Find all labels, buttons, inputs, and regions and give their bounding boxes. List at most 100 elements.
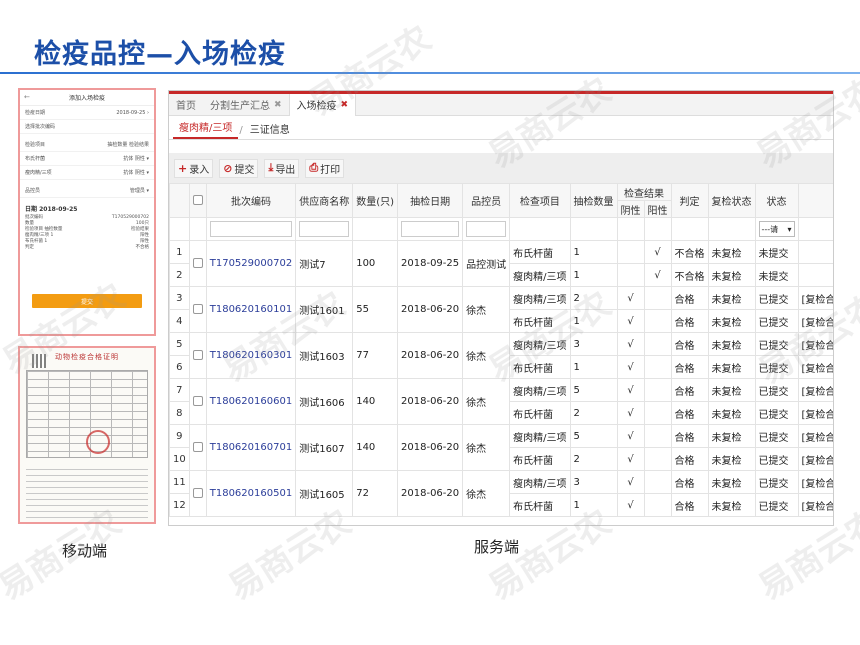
- form-value: 抗体 阴性 ▾: [123, 170, 149, 176]
- status-filter-select[interactable]: ---请 ▾: [758, 221, 795, 237]
- row-checkbox[interactable]: [192, 488, 203, 498]
- retest-actions[interactable]: [797, 240, 833, 264]
- header-cell: [188, 183, 207, 218]
- table-row[interactable]: 7 T180620160601 测试1606 140 2018-06-20 徐杰 瘦肉精/三…: [169, 378, 833, 425]
- inspector-filter-input[interactable]: [466, 221, 507, 237]
- export-button[interactable]: ⤓ 导出: [264, 158, 300, 178]
- quantity: 100: [352, 240, 399, 287]
- mobile-form-row[interactable]: 品控员 管理员 ▾: [20, 184, 154, 198]
- header-retest[interactable]: 复检状态: [707, 183, 756, 218]
- judgement: 不合格: [670, 263, 709, 287]
- judgement: 合格: [670, 424, 709, 448]
- batch-code[interactable]: T180620160501: [205, 470, 297, 517]
- batch-code[interactable]: T180620160101: [205, 286, 297, 333]
- inspection-table: 批次编码 供应商名称 数量(只) 抽检日期 品控员 检查项目 抽检数量 检查结果…: [169, 183, 833, 517]
- tab-home[interactable]: 首页: [169, 94, 203, 116]
- header-result: 检查结果: [616, 183, 672, 201]
- filter-cell: [797, 217, 833, 241]
- submit-button[interactable]: ⊘ 提交: [219, 158, 259, 178]
- header-supplier[interactable]: 供应商名称: [295, 183, 354, 218]
- retest-actions[interactable]: [复检合格][复检不合格]: [797, 355, 833, 379]
- retest-actions[interactable]: [复检合格][复检不合格]: [797, 309, 833, 333]
- retest-actions[interactable]: [797, 263, 833, 287]
- batch-code[interactable]: T180620160301: [205, 332, 297, 379]
- header-batch[interactable]: 批次编码: [205, 183, 297, 218]
- mobile-form-row[interactable]: 瘦肉精/三项 抗体 阴性 ▾: [20, 166, 154, 180]
- retest-actions[interactable]: [复检合格][复检不合格]: [797, 332, 833, 356]
- table-row[interactable]: 1 T170529000702 测试7 100 2018-09-25 品控测试 布氏杆菌 1 √…: [169, 240, 833, 287]
- header-sample[interactable]: 抽检数量: [569, 183, 618, 218]
- row-select-cell: [188, 424, 207, 471]
- submit-status: 已提交: [754, 355, 799, 379]
- retest-actions[interactable]: [复检合格][复检不合格]: [797, 424, 833, 448]
- retest-status: 未复检: [707, 263, 756, 287]
- mobile-form-row[interactable]: 检疫日期 2018-09-25 ›: [20, 106, 154, 120]
- tab-cutting-summary[interactable]: 分割生产汇总 ✖: [203, 94, 289, 116]
- header-date[interactable]: 抽检日期: [397, 183, 464, 218]
- positive-mark: √: [643, 263, 672, 287]
- header-positive: 阳性: [643, 200, 672, 218]
- submit-status: 已提交: [754, 378, 799, 402]
- mobile-form-row[interactable]: 选择批次编码: [20, 120, 154, 134]
- header-item[interactable]: 检查项目: [509, 183, 571, 218]
- retest-status: 未复检: [707, 378, 756, 402]
- sample-date: 2018-06-20: [397, 378, 464, 425]
- batch-code[interactable]: T180620160701: [205, 424, 297, 471]
- date-filter-input[interactable]: [401, 221, 460, 237]
- print-icon: ⎙: [309, 161, 319, 174]
- row-number: 1: [169, 240, 190, 264]
- sample-date: 2018-09-25: [397, 240, 464, 287]
- retest-actions[interactable]: [复检合格][复检不合格]: [797, 447, 833, 471]
- retest-actions[interactable]: [复检合格][复检不合格]: [797, 401, 833, 425]
- row-checkbox[interactable]: [192, 258, 203, 268]
- batch-code[interactable]: T170529000702: [205, 240, 297, 287]
- header-inspector[interactable]: 品控员: [462, 183, 511, 218]
- header-negative: 阴性: [616, 200, 645, 218]
- header-judge[interactable]: 判定: [670, 183, 709, 218]
- row-number: 12: [169, 493, 190, 517]
- supplier-filter-input[interactable]: [299, 221, 350, 237]
- table-row[interactable]: 9 T180620160701 测试1607 140 2018-06-20 徐杰 瘦肉精/三…: [169, 424, 833, 471]
- subtab-clenbuterol[interactable]: 瘦肉精/三项: [173, 117, 239, 139]
- retest-actions[interactable]: [复检合格][复检不合格]: [797, 286, 833, 310]
- retest-actions[interactable]: [复检合格][复检不合格]: [797, 378, 833, 402]
- row-select-cell: [188, 286, 207, 333]
- row-checkbox[interactable]: [192, 304, 203, 314]
- print-button[interactable]: ⎙ 打印: [305, 158, 345, 178]
- judgement: 合格: [670, 401, 709, 425]
- filter-cell: [462, 217, 511, 241]
- summary-line: 判定 不合格: [25, 245, 149, 251]
- mobile-app-preview: ← 添加入场检疫 检疫日期 2018-09-25 › 选择批次编码 检验项目 抽检数…: [18, 88, 156, 336]
- negative-mark: √: [616, 286, 645, 310]
- retest-actions[interactable]: [复检合格][复检不合格]: [797, 493, 833, 517]
- select-all-checkbox[interactable]: [192, 195, 203, 205]
- add-button[interactable]: + 录入: [174, 158, 214, 178]
- table-row[interactable]: 11 T180620160501 测试1605 72 2018-06-20 徐杰 瘦肉精/三…: [169, 470, 833, 517]
- retest-status: 未复检: [707, 355, 756, 379]
- tab-entry-inspection[interactable]: 入场检疫 ✖: [288, 93, 357, 116]
- table-row[interactable]: 3 T180620160101 测试1601 55 2018-06-20 徐杰 瘦肉精/三项…: [169, 286, 833, 333]
- batch-code[interactable]: T180620160601: [205, 378, 297, 425]
- summary-value: 不合格: [135, 245, 150, 250]
- retest-status: 未复检: [707, 470, 756, 494]
- batch-filter-input[interactable]: [209, 221, 293, 237]
- inspection-item: 瘦肉精/三项: [509, 470, 571, 494]
- mobile-submit-button[interactable]: 提交: [32, 294, 142, 308]
- table-row[interactable]: 5 T180620160301 测试1603 77 2018-06-20 徐杰 瘦肉精/三项…: [169, 332, 833, 379]
- header-qty[interactable]: 数量(只): [352, 183, 399, 218]
- row-checkbox[interactable]: [192, 442, 203, 452]
- close-icon[interactable]: ✖: [341, 100, 349, 110]
- judgement: 合格: [670, 447, 709, 471]
- back-arrow-icon[interactable]: ←: [24, 93, 30, 101]
- header-status[interactable]: 状态: [754, 183, 799, 218]
- close-icon[interactable]: ✖: [274, 100, 282, 110]
- negative-mark: √: [616, 332, 645, 356]
- subtab-certificates[interactable]: 三证信息: [244, 119, 296, 139]
- tab-label: 分割生产汇总: [210, 101, 270, 112]
- row-checkbox[interactable]: [192, 396, 203, 406]
- row-checkbox[interactable]: [192, 350, 203, 360]
- mobile-form-row[interactable]: 布氏杆菌 抗体 阴性 ▾: [20, 152, 154, 166]
- inspection-item: 布氏杆菌: [509, 355, 571, 379]
- retest-actions[interactable]: [复检合格][复检不合格]: [797, 470, 833, 494]
- sample-count: 1: [569, 240, 618, 264]
